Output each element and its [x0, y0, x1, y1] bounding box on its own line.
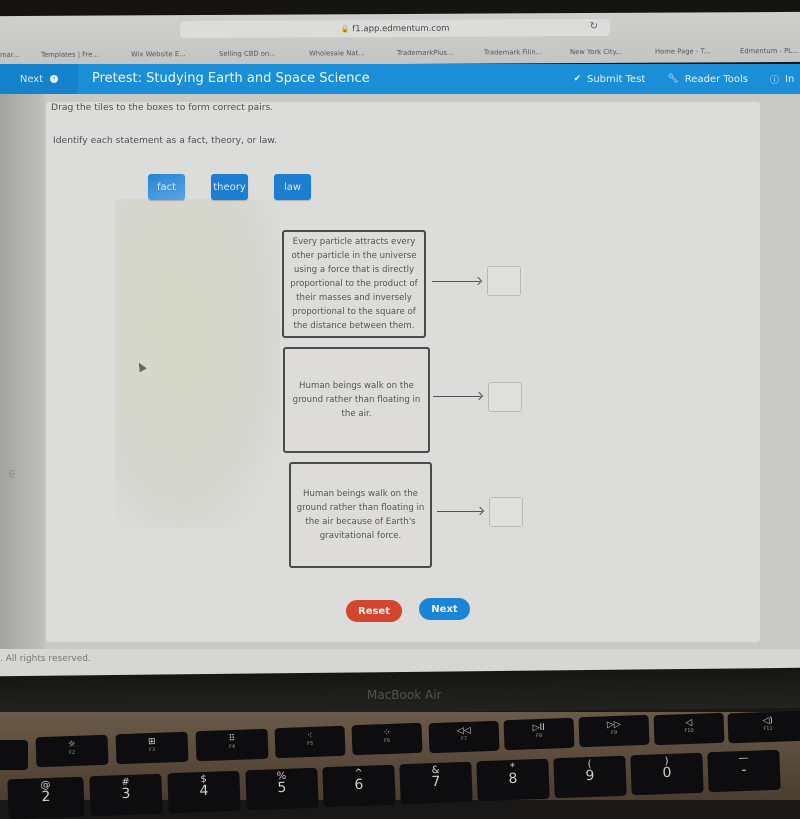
bookmark-item[interactable]: New York City... — [570, 48, 622, 56]
bookmark-item[interactable]: Wix Website E... — [131, 50, 186, 58]
key-9[interactable]: ( 9 — [553, 755, 627, 799]
arrow-right-circle-icon: › — [50, 75, 59, 83]
copyright-text: . All rights reserved. — [0, 654, 91, 664]
key-f1[interactable] — [0, 740, 28, 770]
drop-target[interactable] — [489, 497, 523, 527]
lock-icon: 🔒 — [340, 24, 350, 33]
arrow-right-icon — [432, 281, 480, 282]
reset-button[interactable]: Reset — [346, 600, 402, 622]
key-label: F8 — [535, 732, 543, 740]
bookmark-item[interactable]: Edmentum - PL... — [740, 47, 798, 55]
header-next-button[interactable]: Next › — [0, 64, 78, 94]
key-f4[interactable]: ⠿ F4 — [195, 728, 269, 762]
key-f2[interactable]: ☼ F2 — [35, 734, 109, 768]
key-digit: 3 — [121, 785, 131, 803]
key-f9[interactable]: ▷▷ F9 — [578, 714, 650, 748]
key-label: F10 — [684, 727, 694, 735]
bookmarks-bar: mar... Templates | Fre... Wix Website E.… — [0, 42, 800, 64]
key-f10[interactable]: ◁ F10 — [653, 712, 725, 746]
arrow-right-icon — [433, 396, 481, 397]
drop-target[interactable] — [487, 266, 521, 296]
tile-law[interactable]: law — [274, 174, 311, 200]
next-button[interactable]: Next — [419, 598, 470, 620]
key-4[interactable]: $ 4 — [167, 770, 241, 814]
left-shadow — [0, 94, 45, 680]
reader-tools-button[interactable]: 🔧︎ Reader Tools — [667, 74, 748, 85]
tile-fact[interactable]: fact — [148, 174, 185, 200]
reload-icon[interactable]: ↻ — [590, 21, 598, 32]
info-label: In — [785, 73, 795, 85]
wrench-icon: 🔧︎ — [667, 74, 679, 84]
drop-target[interactable] — [488, 382, 522, 412]
key-6[interactable]: ^ 6 — [322, 764, 396, 808]
submit-test-label: Submit Test — [587, 73, 646, 85]
statement-card: Human beings walk on the ground rather t… — [289, 462, 432, 568]
bookmark-item[interactable]: TrademarkPlus... — [397, 49, 453, 57]
browser-chrome: 🔒 f1.app.edmentum.com ↻ mar... Templates… — [0, 11, 800, 67]
device-brand: MacBook Air — [367, 688, 442, 702]
key-label: F3 — [148, 746, 156, 754]
key-7[interactable]: & 7 — [399, 761, 473, 805]
key-digit: 4 — [199, 782, 209, 800]
key-0[interactable]: ) 0 — [630, 752, 704, 796]
statement-text: Human beings walk on the ground rather t… — [292, 381, 421, 419]
key-label: F7 — [460, 735, 468, 743]
key-label: F6 — [383, 737, 391, 745]
prompt-text: Identify each statement as a fact, theor… — [53, 135, 277, 146]
app-header: Next › Pretest: Studying Earth and Space… — [0, 64, 800, 94]
info-icon: ⓘ — [770, 75, 780, 86]
key-digit: 2 — [41, 788, 51, 806]
key-digit: - — [741, 761, 747, 779]
key-label: F9 — [610, 729, 618, 737]
key-digit: 5 — [277, 779, 287, 797]
reader-tools-label: Reader Tools — [684, 73, 748, 85]
key-f11[interactable]: ◁) F11 — [727, 710, 800, 744]
key-digit: 8 — [508, 770, 518, 788]
check-circle-icon: ✔ — [573, 74, 581, 84]
page-title: Pretest: Studying Earth and Space Scienc… — [92, 71, 370, 86]
key-f6[interactable]: ⁘ F6 — [351, 722, 423, 756]
statement-text: Human beings walk on the ground rather t… — [296, 489, 425, 541]
key-2[interactable]: @ 2 — [7, 776, 85, 819]
key-f3[interactable]: ⊞ F3 — [115, 731, 189, 765]
key-digit: 6 — [354, 776, 364, 794]
key-digit: 0 — [662, 764, 672, 782]
instruction-text: Drag the tiles to the boxes to form corr… — [51, 102, 274, 113]
key-f7[interactable]: ◁◁ F7 — [428, 720, 500, 754]
page-content: Drag the tiles to the boxes to form corr… — [0, 94, 800, 680]
bookmark-item[interactable]: Selling CBD on... — [219, 50, 276, 58]
bookmark-item[interactable]: Trademark Filin... — [484, 48, 542, 56]
key-digit: 9 — [585, 767, 595, 785]
bookmark-item[interactable]: Home Page - T... — [655, 47, 710, 55]
key-f5[interactable]: ⁖ F5 — [274, 725, 346, 759]
key-digit: 7 — [431, 773, 441, 791]
header-next-label: Next — [19, 73, 44, 85]
bookmark-item[interactable]: mar... — [0, 51, 19, 59]
key-label: F2 — [68, 749, 76, 757]
submit-test-button[interactable]: ✔ Submit Test — [573, 74, 645, 85]
bookmark-item[interactable]: Templates | Fre... — [41, 51, 99, 59]
key-5[interactable]: % 5 — [245, 767, 319, 811]
key-minus[interactable]: — - — [707, 749, 781, 793]
statement-text: Every particle attracts every other part… — [290, 237, 418, 331]
address-bar[interactable]: 🔒 f1.app.edmentum.com ↻ — [180, 18, 610, 39]
key-label: F4 — [228, 743, 236, 751]
keyboard: ☼ F2 ⊞ F3 ⠿ F4 ⁖ F5 ⁘ F6 ◁◁ F7 ▷II F8 ▷▷… — [0, 710, 800, 819]
key-8[interactable]: * 8 — [476, 758, 550, 802]
key-label: F5 — [306, 740, 314, 748]
info-button[interactable]: ⓘ In — [770, 73, 800, 86]
bookmark-item[interactable]: Wholesale Nat... — [309, 49, 365, 57]
key-3[interactable]: # 3 — [89, 773, 163, 817]
side-tab-icon: ϵ — [8, 466, 17, 482]
tile-theory[interactable]: theory — [211, 174, 248, 200]
statement-card: Every particle attracts every other part… — [282, 230, 426, 338]
key-f8[interactable]: ▷II F8 — [503, 717, 575, 751]
url-text: f1.app.edmentum.com — [352, 23, 450, 34]
statement-card: Human beings walk on the ground rather t… — [283, 347, 430, 453]
arrow-right-icon — [437, 511, 482, 512]
